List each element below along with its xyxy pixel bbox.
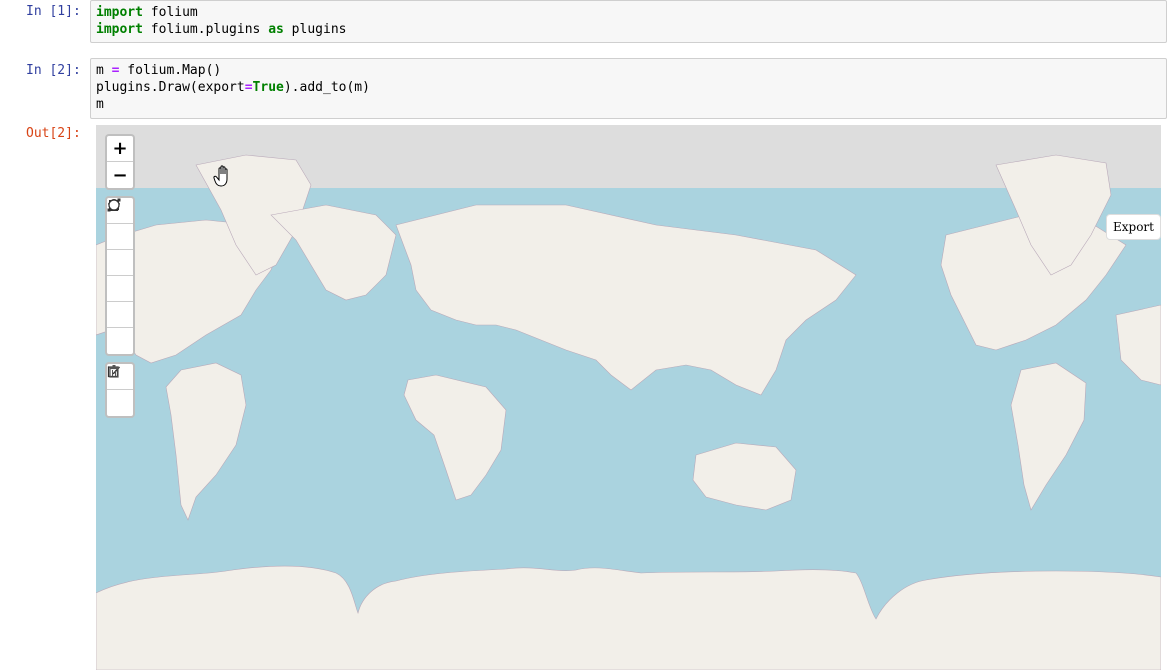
zoom-in-button[interactable]: + bbox=[107, 136, 133, 162]
code-token: plugins bbox=[283, 22, 347, 37]
code-token: plugins.Draw(export bbox=[96, 80, 245, 95]
polygon-icon[interactable] bbox=[107, 199, 133, 250]
code-line: m bbox=[96, 96, 1161, 113]
hand-cursor-icon bbox=[212, 163, 238, 193]
export-button[interactable]: Export bbox=[1106, 214, 1161, 240]
circlemarker-icon[interactable] bbox=[107, 199, 133, 354]
draw-toolbar bbox=[105, 196, 135, 356]
trash-icon[interactable] bbox=[107, 365, 133, 416]
code-keyword: True bbox=[252, 80, 284, 95]
code-token: m bbox=[96, 97, 104, 112]
code-line: import folium.plugins as plugins bbox=[96, 21, 1161, 38]
world-map-tiles bbox=[96, 125, 1161, 670]
code-token: folium.plugins bbox=[142, 22, 269, 37]
code-token: folium bbox=[142, 5, 198, 20]
code-token: m bbox=[96, 63, 112, 78]
code-operator: = bbox=[244, 80, 253, 95]
edit-toolbar bbox=[105, 362, 135, 418]
cell-1-input[interactable]: import folium import folium.plugins as pl… bbox=[90, 0, 1167, 43]
code-keyword: as bbox=[268, 22, 284, 37]
circle-icon[interactable] bbox=[107, 199, 133, 302]
zoom-control: + − bbox=[105, 134, 135, 190]
code-line: import folium bbox=[96, 4, 1161, 21]
output-prompt: Out[2]: bbox=[26, 126, 81, 141]
code-token: folium.Map() bbox=[119, 63, 222, 78]
cell-1-prompt: In [1]: bbox=[26, 4, 81, 19]
marker-icon[interactable] bbox=[107, 199, 133, 328]
folium-map[interactable]: + − Export bbox=[96, 125, 1161, 670]
code-keyword: import bbox=[96, 22, 143, 37]
code-token: ).add_to(m) bbox=[283, 80, 370, 95]
cell-2-input[interactable]: m = folium.Map() plugins.Draw(export=True… bbox=[90, 58, 1167, 119]
zoom-out-button[interactable]: − bbox=[107, 162, 133, 188]
code-line: plugins.Draw(export=True).add_to(m) bbox=[96, 79, 1161, 96]
code-line: m = folium.Map() bbox=[96, 62, 1161, 79]
rectangle-icon[interactable] bbox=[107, 200, 133, 276]
cell-2-prompt: In [2]: bbox=[26, 63, 81, 78]
code-keyword: import bbox=[96, 5, 143, 20]
